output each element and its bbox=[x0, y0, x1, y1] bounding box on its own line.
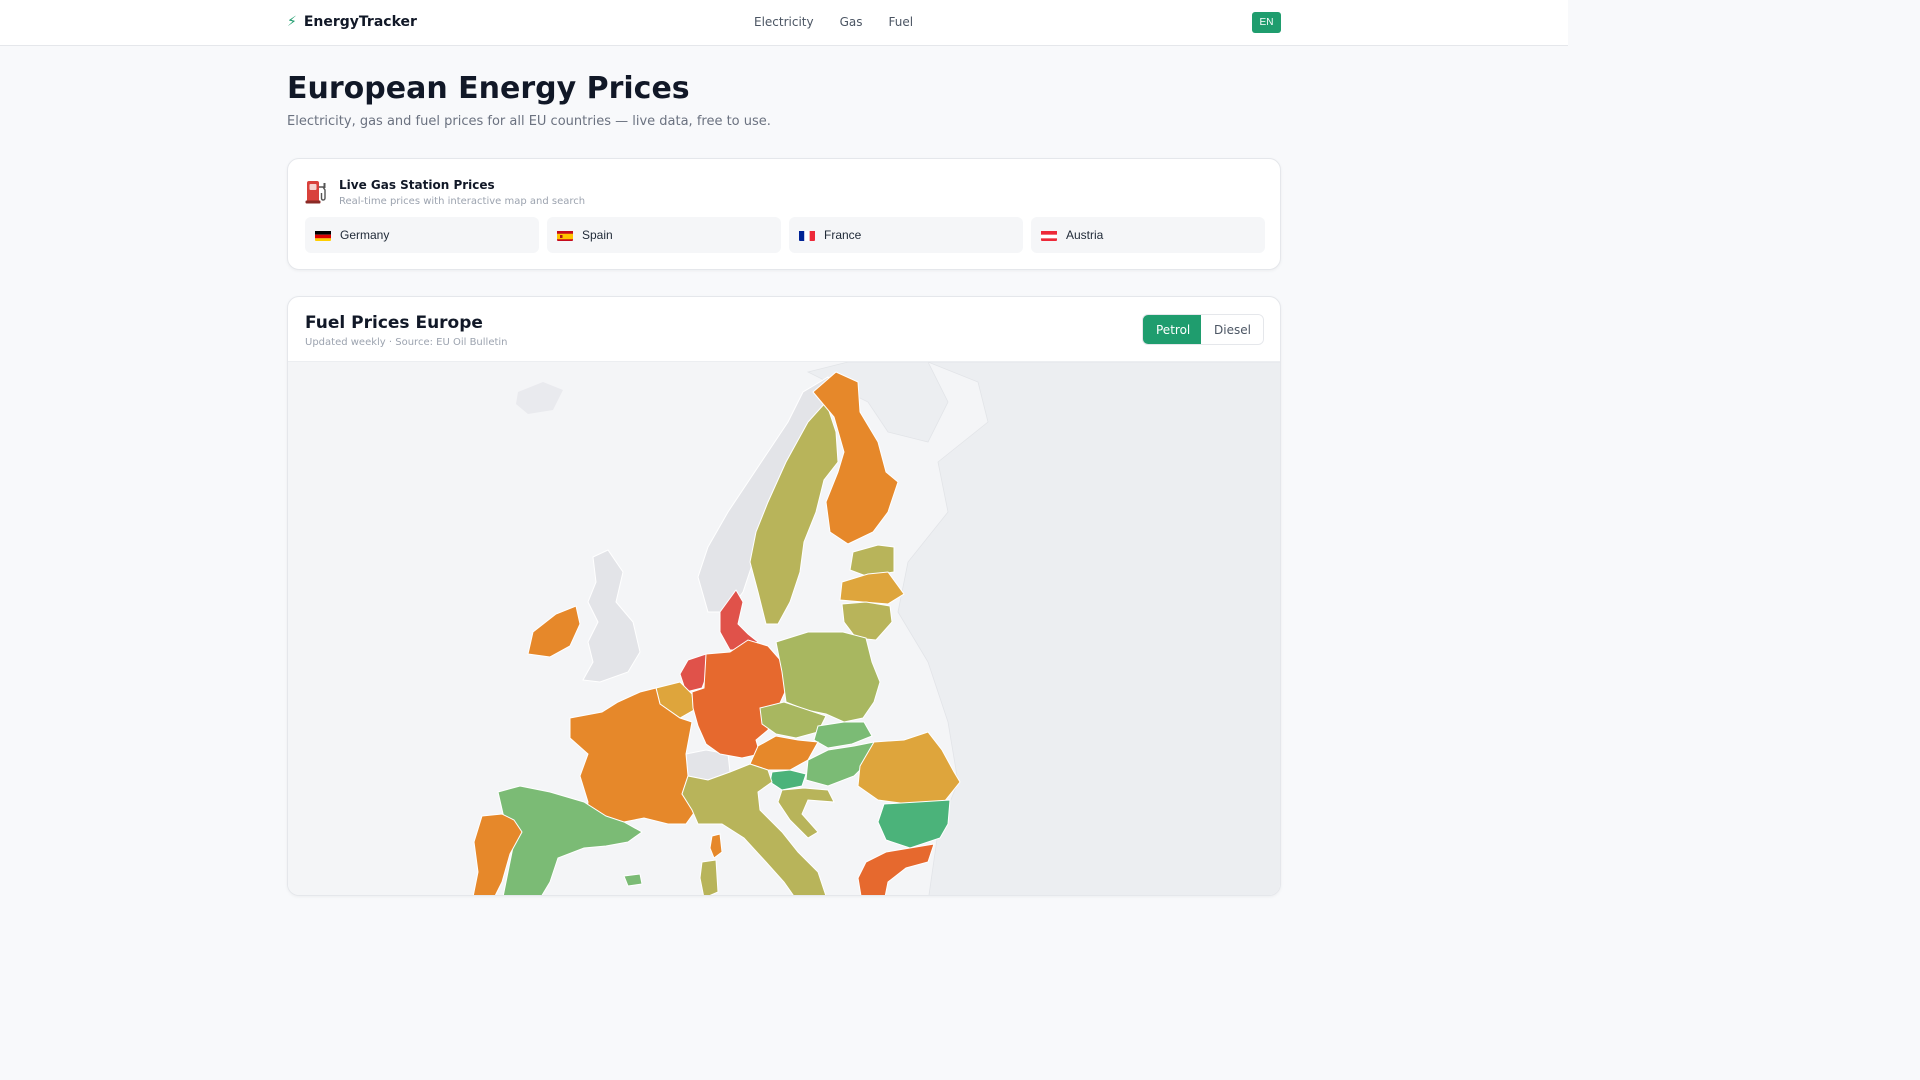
page-subtitle: Electricity, gas and fuel prices for all… bbox=[287, 114, 771, 129]
country-croatia[interactable] bbox=[777, 787, 835, 839]
lightning-icon: ⚡ bbox=[287, 14, 297, 30]
country-greece[interactable] bbox=[857, 843, 935, 896]
country-button-france[interactable]: France bbox=[789, 217, 1023, 253]
country-button-label: Austria bbox=[1066, 228, 1104, 242]
brand-name: EnergyTracker bbox=[303, 14, 417, 30]
country-button-label: Germany bbox=[340, 228, 390, 242]
de-flag-icon bbox=[315, 230, 331, 241]
europe-map-svg bbox=[472, 362, 1280, 896]
country-france-corsica[interactable] bbox=[709, 833, 723, 859]
diesel-toggle-button[interactable]: Diesel bbox=[1201, 315, 1263, 344]
country-button-austria[interactable]: Austria bbox=[1031, 217, 1265, 253]
station-card-subtitle: Real-time prices with interactive map an… bbox=[339, 196, 586, 207]
live-gas-station-card: Live Gas Station Prices Real-time prices… bbox=[287, 158, 1281, 270]
top-navigation-bar: ⚡ EnergyTracker Electricity Gas Fuel EN bbox=[0, 0, 1568, 46]
es-flag-icon bbox=[557, 230, 573, 241]
background-land-east bbox=[897, 362, 1280, 895]
country-ireland[interactable] bbox=[527, 605, 581, 658]
country-italy-sardinia[interactable] bbox=[699, 859, 719, 896]
page-title: European Energy Prices bbox=[287, 71, 690, 106]
iceland-land bbox=[516, 382, 563, 414]
brand-logo-link[interactable]: ⚡ EnergyTracker bbox=[287, 13, 417, 31]
country-romania[interactable] bbox=[857, 731, 961, 805]
fuel-type-toggle: Petrol Diesel bbox=[1142, 314, 1264, 345]
station-card-header: Live Gas Station Prices Real-time prices… bbox=[305, 178, 585, 208]
map-card-title: Fuel Prices Europe bbox=[305, 313, 483, 333]
map-card-subtitle: Updated weekly · Source: EU Oil Bulletin bbox=[305, 337, 508, 348]
country-button-germany[interactable]: Germany bbox=[305, 217, 539, 253]
country-button-row: Germany Spain France Austria bbox=[305, 217, 1265, 253]
fuel-pump-icon bbox=[305, 178, 329, 204]
language-switcher-button[interactable]: EN bbox=[1252, 12, 1281, 33]
station-card-text: Live Gas Station Prices Real-time prices… bbox=[339, 178, 585, 208]
nav-link-fuel[interactable]: Fuel bbox=[889, 15, 914, 30]
fr-flag-icon bbox=[799, 230, 815, 241]
nav-link-electricity[interactable]: Electricity bbox=[754, 15, 814, 30]
country-uk[interactable] bbox=[582, 549, 641, 683]
country-button-spain[interactable]: Spain bbox=[547, 217, 781, 253]
at-flag-icon bbox=[1041, 230, 1057, 241]
country-latvia[interactable] bbox=[839, 571, 905, 605]
country-estonia[interactable] bbox=[849, 544, 895, 577]
country-button-label: France bbox=[824, 228, 862, 242]
main-nav: Electricity Gas Fuel bbox=[754, 15, 913, 30]
country-spain-balearic[interactable] bbox=[623, 873, 643, 887]
country-slovenia[interactable] bbox=[769, 769, 807, 791]
fuel-prices-map-card: Fuel Prices Europe Updated weekly · Sour… bbox=[287, 296, 1281, 896]
europe-choropleth-map[interactable] bbox=[288, 361, 1280, 896]
nav-link-gas[interactable]: Gas bbox=[840, 15, 863, 30]
country-button-label: Spain bbox=[582, 228, 613, 242]
station-card-title: Live Gas Station Prices bbox=[339, 178, 495, 192]
petrol-toggle-button[interactable]: Petrol bbox=[1143, 315, 1201, 344]
